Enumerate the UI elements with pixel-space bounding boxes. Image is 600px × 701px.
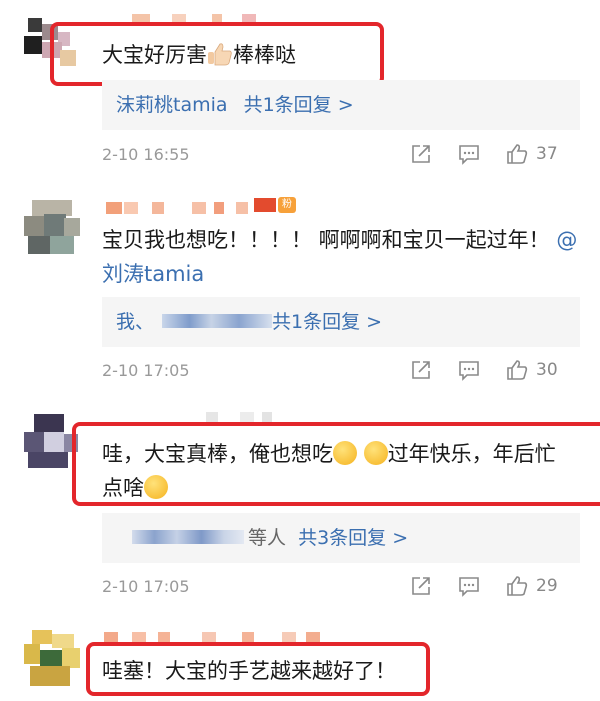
comment-actions: 29: [410, 575, 580, 599]
share-icon[interactable]: [410, 359, 432, 381]
fan-badge: 粉: [278, 197, 296, 213]
reply-count-link[interactable]: 共3条回复 >: [298, 527, 408, 549]
avatar[interactable]: [24, 630, 80, 686]
comment-icon[interactable]: [458, 143, 480, 165]
username-blurred[interactable]: 粉: [102, 196, 302, 218]
reply-author-link[interactable]: 沫莉桃tamia: [116, 94, 228, 116]
reply-author-blurred: [162, 314, 272, 328]
reply-summary-box[interactable]: 等人 共3条回复 >: [102, 513, 580, 563]
highlight-box: [72, 422, 600, 506]
comment-actions: 37: [410, 143, 580, 167]
like-icon[interactable]: [506, 575, 528, 597]
comment-timestamp: 2-10 16:55: [102, 145, 190, 164]
reply-author-blurred: [132, 530, 244, 544]
like-count: 37: [536, 144, 558, 164]
reply-count-link[interactable]: 共1条回复 >: [272, 297, 382, 347]
highlight-box: [86, 642, 430, 696]
reply-author-link[interactable]: 等人: [248, 527, 286, 549]
reply-summary-box[interactable]: 我、 共1条回复 >: [102, 297, 580, 347]
share-icon[interactable]: [410, 143, 432, 165]
like-count: 30: [536, 360, 558, 380]
like-icon[interactable]: [506, 143, 528, 165]
comment-icon[interactable]: [458, 575, 480, 597]
reply-author-link[interactable]: 我、: [116, 311, 154, 333]
comment-timestamp: 2-10 17:05: [102, 361, 190, 380]
comment-timestamp: 2-10 17:05: [102, 577, 190, 596]
comment-text: 宝贝我也想吃！！！！ 啊啊啊和宝贝一起过年！ @刘涛tamia: [102, 228, 578, 286]
reply-count-link[interactable]: 共1条回复 >: [244, 94, 354, 116]
avatar[interactable]: [24, 200, 80, 256]
highlight-box: [50, 22, 384, 86]
reply-summary-box[interactable]: 沫莉桃tamia 共1条回复 >: [102, 80, 580, 130]
like-count: 29: [536, 576, 558, 596]
share-icon[interactable]: [410, 575, 432, 597]
like-icon[interactable]: [506, 359, 528, 381]
comment-actions: 30: [410, 359, 580, 383]
comment-icon[interactable]: [458, 359, 480, 381]
